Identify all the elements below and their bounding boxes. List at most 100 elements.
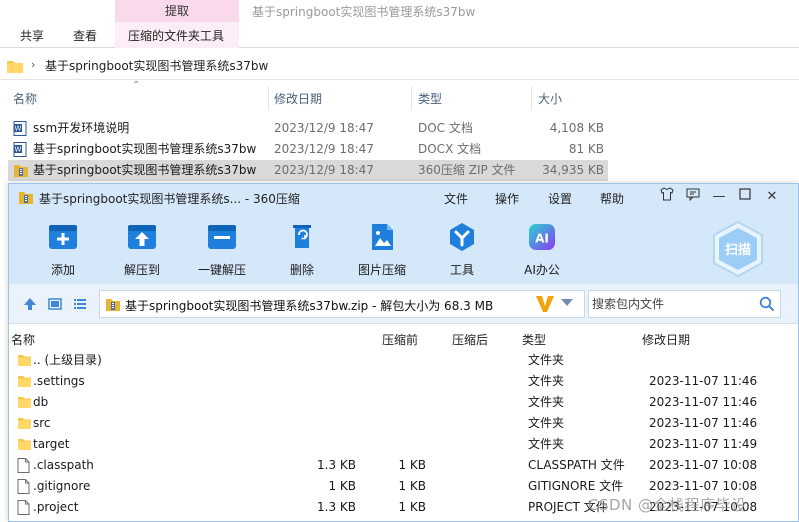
ribbon-tab-view[interactable]: 查看 (73, 27, 97, 45)
file-date: 2023/12/9 18:47 (274, 163, 374, 177)
file-date: 2023/12/9 18:47 (274, 121, 374, 135)
zip-item-size: 1.3 KB (317, 500, 356, 514)
file-size: 81 KB (568, 142, 604, 156)
menu-file[interactable]: 文件 (444, 190, 468, 207)
menu-operation[interactable]: 操作 (495, 190, 519, 207)
zip-column-header-date[interactable]: 修改日期 (642, 331, 690, 349)
zip-list-item[interactable]: .settings 文件夹 2023-11-07 11:46 (9, 371, 798, 392)
zip-app-icon (18, 190, 34, 208)
zip-window: 基于springboot实现图书管理系统s... - 360压缩 文件 操作 设… (8, 183, 799, 522)
folder-icon (6, 58, 24, 77)
ribbon-tab-share[interactable]: 共享 (20, 27, 44, 45)
zip-item-compressed: 1 KB (398, 458, 426, 472)
ribbon-tab-compressed-folder-tools[interactable]: 压缩的文件夹工具 (128, 27, 224, 45)
column-header-size[interactable]: 大小 (538, 89, 562, 109)
zip-item-size: 1 KB (328, 479, 356, 493)
add-button[interactable]: 添加 (27, 218, 99, 280)
zip-item-name: .project (33, 500, 79, 514)
column-header-date[interactable]: 修改日期 (274, 89, 322, 109)
one-click-extract-button[interactable]: 一键解压 (186, 218, 258, 280)
up-arrow-icon[interactable] (22, 296, 38, 312)
ribbon-context-group-extract[interactable]: 提取 (115, 0, 239, 22)
file-type: DOCX 文档 (418, 142, 482, 156)
zip-item-name: src (33, 416, 51, 430)
extract-to-label: 解压到 (123, 263, 160, 277)
scan-button[interactable]: 扫描 (706, 218, 770, 280)
one-click-extract-icon (206, 222, 238, 252)
sort-up-caret-icon: ⌃ (132, 80, 141, 91)
menu-help[interactable]: 帮助 (600, 190, 624, 207)
zip-item-compressed: 1 KB (398, 479, 426, 493)
column-divider[interactable] (531, 86, 532, 110)
zip-list-item[interactable]: target 文件夹 2023-11-07 11:49 (9, 434, 798, 455)
image-compress-button[interactable]: 图片压缩 (346, 218, 418, 280)
file-icon (17, 500, 30, 522)
add-label: 添加 (50, 263, 75, 277)
zip-list-item[interactable]: .. (上级目录) 文件夹 (9, 350, 798, 371)
file-row[interactable]: W 基于springboot实现图书管理系统s37bw 2023/12/9 18… (8, 139, 608, 160)
zip-list-item[interactable]: src 文件夹 2023-11-07 11:46 (9, 413, 798, 434)
file-name: 基于springboot实现图书管理系统s37bw (33, 142, 257, 156)
skin-icon[interactable] (657, 187, 677, 207)
zip-window-title: 基于springboot实现图书管理系统s... - 360压缩 (39, 192, 300, 206)
column-divider[interactable] (268, 86, 269, 110)
file-row[interactable]: W ssm开发环境说明 2023/12/9 18:47 DOC 文档 4,108… (8, 118, 608, 139)
verify-v-icon[interactable] (534, 294, 556, 314)
zip-item-date: 2023-11-07 11:46 (649, 416, 758, 430)
extract-to-icon (126, 222, 158, 252)
archive-path-text: 基于springboot实现图书管理系统s37bw.zip - 解包大小为 68… (125, 299, 494, 313)
zip-list-item[interactable]: .classpath 1.3 KB 1 KB CLASSPATH 文件 2023… (9, 455, 798, 476)
zip-path-bar: 基于springboot实现图书管理系统s37bw.zip - 解包大小为 68… (9, 284, 798, 324)
view-mode-icon[interactable] (47, 296, 63, 312)
zip-archive-icon (13, 163, 29, 185)
zip-item-name: .. (上级目录) (33, 353, 102, 367)
file-row-selected[interactable]: 基于springboot实现图书管理系统s37bw 2023/12/9 18:4… (8, 160, 608, 181)
delete-label: 删除 (289, 263, 314, 277)
zip-column-header-size[interactable]: 压缩前 (382, 331, 418, 349)
file-name: ssm开发环境说明 (33, 121, 130, 135)
address-bar[interactable]: › 基于springboot实现图书管理系统s37bw (0, 52, 799, 80)
maximize-icon[interactable] (735, 187, 755, 207)
zip-column-header-name[interactable]: 名称 (11, 331, 35, 349)
extract-to-button[interactable]: 解压到 (106, 218, 178, 280)
ai-office-icon: AI (526, 222, 558, 252)
ai-office-button[interactable]: AI AI办公 (506, 218, 578, 280)
zip-item-type: 文件夹 (528, 395, 565, 409)
menu-settings[interactable]: 设置 (548, 190, 572, 207)
zip-titlebar[interactable]: 基于springboot实现图书管理系统s... - 360压缩 文件 操作 设… (9, 184, 798, 212)
column-divider[interactable] (411, 86, 412, 110)
tools-button[interactable]: 工具 (426, 218, 498, 280)
search-input[interactable] (592, 295, 752, 313)
search-box[interactable] (588, 290, 781, 318)
zip-item-size: 1.3 KB (317, 458, 356, 472)
list-view-icon[interactable] (72, 296, 88, 312)
archive-path-field[interactable]: 基于springboot实现图书管理系统s37bw.zip - 解包大小为 68… (99, 290, 585, 318)
zip-column-header-compressed[interactable]: 压缩后 (452, 331, 488, 349)
zip-item-type: 文件夹 (528, 416, 565, 430)
path-dropdown-icon[interactable] (561, 299, 573, 306)
zip-item-type: 文件夹 (528, 437, 565, 451)
delete-button[interactable]: 删除 (266, 218, 338, 280)
zip-column-header-type[interactable]: 类型 (522, 331, 546, 349)
zip-item-name: .classpath (33, 458, 94, 472)
minimize-icon[interactable]: — (709, 187, 729, 207)
file-type: DOC 文档 (418, 121, 473, 135)
image-compress-label: 图片压缩 (357, 263, 406, 277)
zip-list-item[interactable]: db 文件夹 2023-11-07 11:46 (9, 392, 798, 413)
search-icon[interactable] (759, 296, 775, 315)
ai-office-label: AI办公 (524, 263, 560, 277)
close-icon[interactable]: ✕ (762, 187, 782, 207)
zip-item-date: 2023-11-07 11:46 (649, 395, 758, 409)
column-header-name[interactable]: 名称 (13, 89, 37, 109)
zip-item-compressed: 1 KB (398, 500, 426, 514)
svg-text:W: W (15, 125, 22, 133)
zip-item-date: 2023-11-07 11:46 (649, 374, 758, 388)
address-path[interactable]: 基于springboot实现图书管理系统s37bw (45, 57, 268, 75)
breadcrumb-chevron-icon[interactable]: › (31, 58, 35, 71)
explorer-ribbon: 提取 基于springboot实现图书管理系统s37bw 共享 查看 压缩的文件… (0, 0, 799, 48)
column-header-type[interactable]: 类型 (418, 89, 442, 109)
feedback-icon[interactable] (683, 187, 703, 207)
image-compress-icon (366, 222, 398, 252)
zip-item-type: 文件夹 (528, 374, 565, 388)
zip-item-date: 2023-11-07 11:49 (649, 437, 758, 451)
